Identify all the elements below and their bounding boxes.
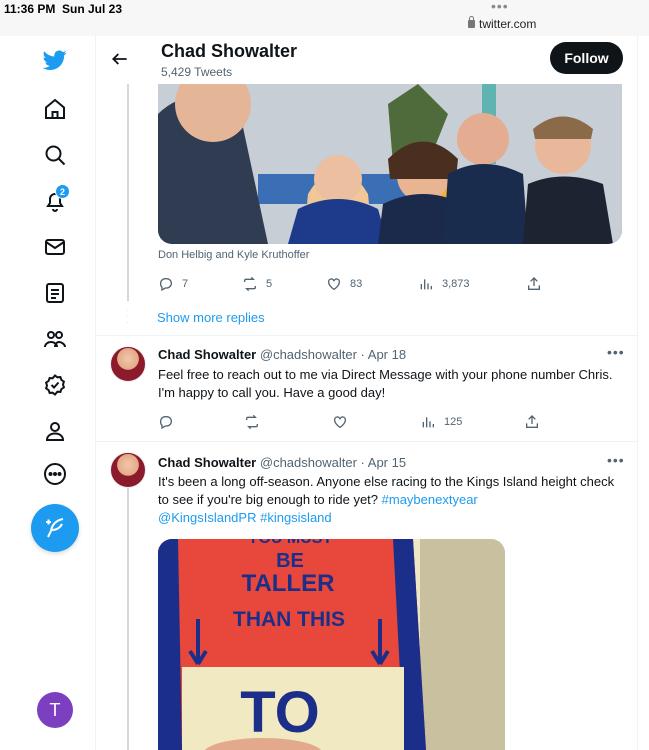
retweet-action[interactable]: 5	[242, 276, 272, 292]
lists-icon[interactable]	[41, 279, 69, 307]
photo-caption: Don Helbig and Kyle Kruthoffer	[158, 249, 310, 261]
reply-icon	[159, 278, 172, 292]
sidebar-nav: 2 T	[0, 36, 96, 750]
share-action[interactable]	[526, 276, 542, 292]
search-icon[interactable]	[41, 141, 69, 169]
tweet-date[interactable]: Apr 18	[368, 347, 406, 362]
analytics-icon	[420, 279, 432, 290]
tweet-date[interactable]: Apr 15	[368, 455, 406, 470]
url-text: twitter.com	[479, 17, 537, 31]
tweet-photo[interactable]: YOU MUST BE TALLER THAN THIS TO	[158, 539, 505, 750]
multitasking-dots-icon[interactable]: •••	[491, 0, 509, 14]
home-icon[interactable]	[41, 95, 69, 123]
hashtag-link[interactable]: #maybenextyear	[382, 492, 478, 507]
back-arrow-icon[interactable]	[110, 49, 130, 69]
reply-count: 7	[182, 278, 189, 290]
tweet-actions: 125	[158, 414, 558, 432]
more-options-icon[interactable]: •••	[607, 452, 625, 468]
retweet-icon	[244, 276, 256, 292]
notification-badge: 2	[55, 184, 70, 199]
thread-line	[127, 84, 129, 301]
url-bar[interactable]: twitter.com	[468, 16, 537, 31]
like-count: 83	[350, 278, 363, 290]
views-count: 3,873	[442, 278, 470, 290]
heart-icon	[334, 416, 346, 429]
retweet-icon	[246, 414, 258, 430]
group-photo-image	[158, 84, 622, 244]
views-action[interactable]: 125	[420, 414, 462, 430]
communities-icon[interactable]	[41, 325, 69, 353]
show-more-replies-link[interactable]: Show more replies	[157, 310, 265, 325]
analytics-icon	[422, 417, 434, 428]
tweet-apr15[interactable]: Chad Showalter @chadshowalter · Apr 15 •…	[96, 442, 637, 537]
tweet-separator: ·	[360, 455, 365, 470]
height-sign-image: YOU MUST BE TALLER THAN THIS TO	[158, 539, 505, 750]
tweet-actions: 7 5 83 3,873	[158, 276, 558, 294]
tweet-author-handle[interactable]: @chadshowalter	[260, 347, 357, 362]
more-icon[interactable]	[41, 460, 69, 488]
compose-tweet-button[interactable]	[31, 504, 79, 552]
heart-icon	[328, 278, 340, 291]
feed-right-divider	[637, 36, 638, 750]
retweet-count: 5	[266, 278, 273, 290]
hashtag-link[interactable]: #kingsisland	[260, 510, 332, 525]
share-action[interactable]	[524, 414, 540, 430]
sign-text-line5: TO	[240, 680, 320, 745]
tweet-apr18[interactable]: Chad Showalter @chadshowalter · Apr 18 •…	[96, 336, 637, 441]
reply-action[interactable]	[158, 414, 174, 430]
tweet-text: It's been a long off-season. Anyone else…	[158, 473, 618, 527]
status-time: 11:36 PM	[4, 2, 56, 16]
like-action[interactable]	[332, 414, 348, 430]
verified-icon[interactable]	[41, 371, 69, 399]
profile-name: Chad Showalter	[161, 41, 298, 61]
sign-text-line4: THAN THIS	[233, 608, 345, 631]
thread-dots: · · ·	[126, 306, 129, 327]
tweet-author-name[interactable]: Chad Showalter	[158, 455, 256, 470]
sign-text-line1: YOU MUST	[248, 539, 333, 547]
share-icon	[526, 415, 538, 428]
tweet-separator: ·	[360, 347, 365, 362]
avatar[interactable]	[110, 452, 146, 488]
views-count: 125	[444, 416, 463, 428]
share-icon	[528, 277, 540, 290]
twitter-logo-icon[interactable]	[41, 46, 69, 74]
reply-action[interactable]: 7	[158, 276, 188, 292]
feather-plus-icon	[46, 518, 64, 538]
reply-icon	[159, 416, 172, 430]
profile-header: Chad Showalter 5,429 Tweets Follow	[96, 36, 637, 84]
tweet-count: 5,429 Tweets	[161, 65, 233, 79]
views-action[interactable]: 3,873	[418, 276, 470, 292]
mention-link[interactable]: @KingsIslandPR	[158, 510, 256, 525]
lock-icon	[468, 16, 475, 28]
tweet-header: Chad Showalter @chadshowalter · Apr 18	[158, 347, 406, 362]
tweet-header: Chad Showalter @chadshowalter · Apr 15	[158, 455, 406, 470]
more-options-icon[interactable]: •••	[607, 344, 625, 360]
tweet-author-name[interactable]: Chad Showalter	[158, 347, 256, 362]
tweet-author-handle[interactable]: @chadshowalter	[260, 455, 357, 470]
like-action[interactable]: 83	[326, 276, 362, 292]
tweet-text: Feel free to reach out to me via Direct …	[158, 367, 613, 400]
tweet-photo[interactable]	[158, 84, 622, 244]
account-avatar[interactable]: T	[37, 692, 73, 728]
messages-icon[interactable]	[41, 233, 69, 261]
avatar[interactable]	[110, 346, 146, 382]
status-bar: 11:36 PM Sun Jul 23 ••• twitter.com	[0, 0, 649, 36]
sign-text-line2: BE	[276, 550, 304, 572]
status-date: Sun Jul 23	[62, 2, 123, 16]
profile-icon[interactable]	[41, 417, 69, 445]
retweet-action[interactable]	[244, 414, 260, 430]
sign-text-line3: TALLER	[242, 570, 335, 597]
follow-button[interactable]: Follow	[550, 42, 623, 74]
